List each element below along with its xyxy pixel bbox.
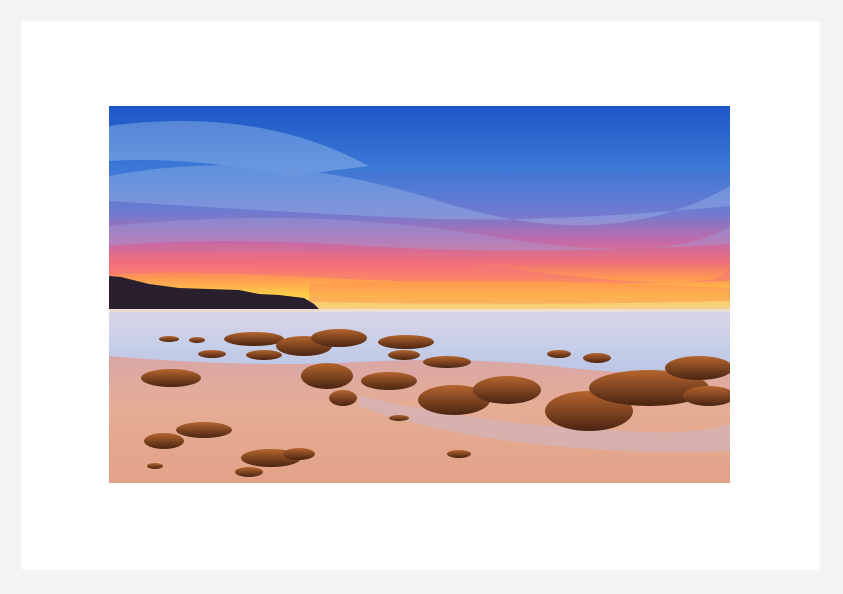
seascape-image — [109, 106, 730, 483]
picture-frame — [0, 0, 843, 594]
seascape-photo — [109, 106, 730, 483]
